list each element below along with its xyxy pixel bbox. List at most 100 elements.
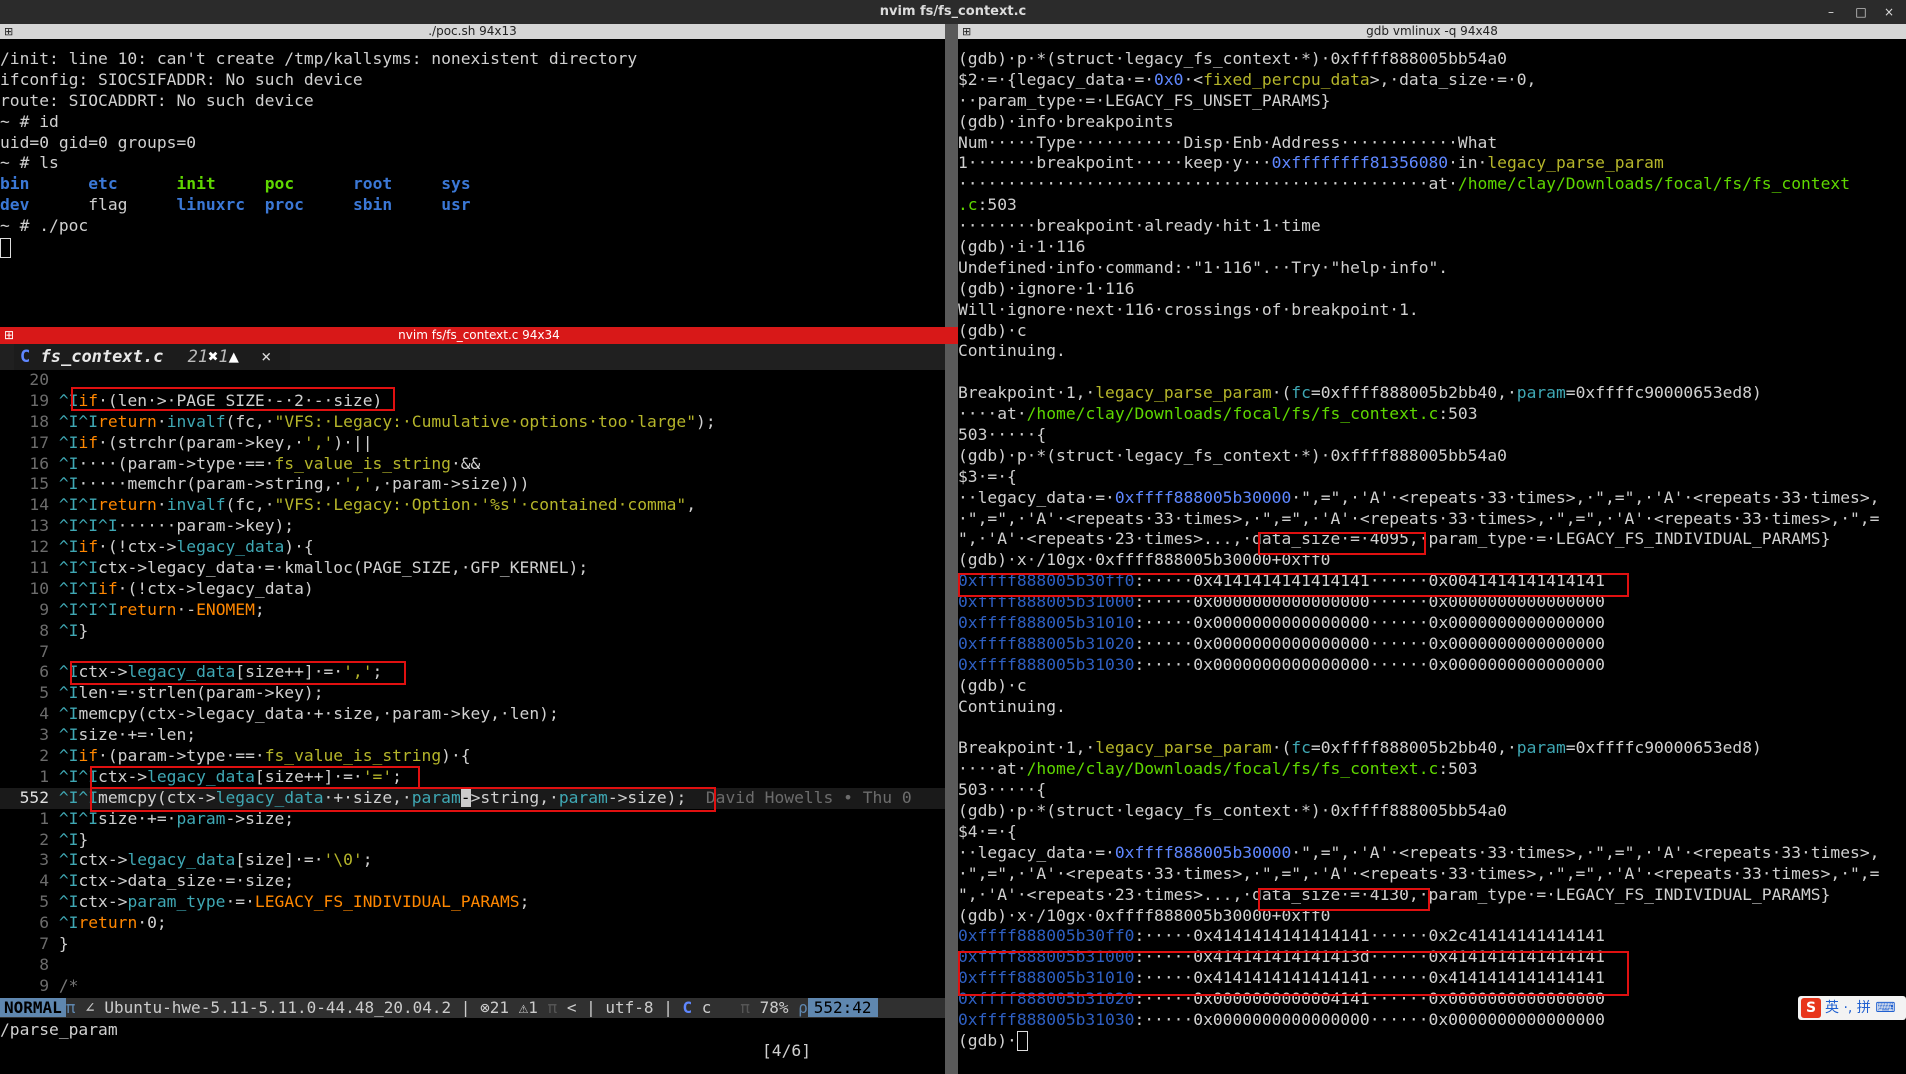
separator: | [663,998,673,1017]
code-line: 2 ^Iif·(param->type·==·fs_value_is_strin… [0,746,471,766]
gdb-line: 0xffff888005b31030:·····0x00000000000000… [958,1009,1605,1029]
gdb-line: Continuing. [958,696,1066,716]
gdb-line: ·",=",·'A'·<repeats·33·times>,·",=",·'A'… [958,508,1880,528]
tab-close-icon[interactable]: × [261,347,271,367]
terminal-cursor-line [0,237,945,258]
error-count: 21 [489,998,509,1017]
gdb-terminal[interactable]: (gdb)·p·*(struct·legacy_fs_context·*)·0x… [958,49,1906,1074]
code-line: 8 [0,954,59,974]
tab-warning-count: 1 [218,347,229,367]
c-file-icon: C [682,998,693,1017]
git-branch-icon: ∠ [85,998,95,1017]
separator: π [65,998,76,1017]
ime-mode-icon: 英 ·, 拼 ⌨ [1825,1000,1896,1016]
code-line: 15 ^I·····memchr(param->string,·',',·par… [0,474,530,494]
tab-filename: fs_context.c [40,347,164,367]
poc-terminal[interactable]: /init: line 10: can't create /tmp/kallsy… [0,49,945,327]
gdb-line [958,362,1906,383]
terminal-cursor [1016,1031,1028,1052]
search-count: [4/6] [762,1041,812,1060]
terminal-line: /init: line 10: can't create /tmp/kallsy… [0,49,638,68]
separator: | [586,998,596,1017]
gdb-line: (gdb)·i·1·116 [958,237,1086,257]
code-line: 3 ^Isize·+=·len; [0,725,197,745]
separator: < [566,998,577,1017]
gdb-line [958,718,1906,739]
code-line: 14 ^I^Ireturn·invalf(fc,·"VFS:·Legacy:·O… [0,495,697,515]
ls-entry: flag [88,195,128,215]
ls-entry: poc [264,174,295,194]
separator: | [460,998,471,1017]
code-line: 7 [0,641,59,661]
warning-icon: ⚠ [518,998,529,1017]
gdb-line: 0xffff888005b31010:·····0x41414141414141… [958,968,1605,988]
gdb-line: Breakpoint·1,·legacy_parse_param·(fc=0xf… [958,738,1762,758]
minimize-button[interactable]: – [1822,3,1840,21]
separator: π [547,998,558,1017]
window-title: nvim fs/fs_context.c [879,4,1027,19]
code-line: 8 ^I} [0,620,89,640]
gdb-line: ",·'A'·<repeats·23·times>...,·data_size·… [958,884,1831,904]
ime-indicator[interactable]: S英 ·, 拼 ⌨ [1798,996,1906,1020]
gdb-line: .c:503 [958,195,1017,215]
code-line-current: 552 ^I^Imemcpy(ctx->legacy_data·+·size,·… [0,787,945,809]
nvim-editor[interactable]: 20 19 ^Iif·(len·>·PAGE_SIZE·-·2·-·size) … [0,370,945,998]
code-line: 4 ^Imemcpy(ctx->legacy_data·+·size,·para… [0,704,559,724]
pane-title: nvim fs/fs_context.c 94x34 [398,328,560,342]
gdb-line: $3·=·{ [958,466,1017,486]
code-line: 4 ^Ictx->data_size·=·size; [0,871,295,891]
code-line: 1 ^I^Ictx->legacy_data[size++]·=·'='; [0,766,402,786]
close-button[interactable]: × [1880,3,1898,21]
pane-divider[interactable] [945,24,958,1074]
gdb-line: $4·=·{ [958,821,1017,841]
c-file-icon: C [20,347,31,367]
gdb-line: 1·······breakpoint·····keep·y···0xffffff… [958,153,1664,173]
ls-entry: sbin [352,195,393,215]
left-top-pane-titlebar[interactable]: ⊞ ./poc.sh 94x13 [0,24,945,39]
file-type: c [701,998,712,1017]
gdb-pane-titlebar[interactable]: ⊞ gdb vmlinux -q 94x48 [958,24,1906,39]
gdb-line: Num·····Type···········Disp·Enb·Address·… [958,132,1498,152]
error-icon: ✖ [208,347,219,367]
code-line: 6 ^Ireturn·0; [0,913,167,933]
gdb-line: ··legacy_data·=·0xffff888005b30000·",=",… [958,842,1880,862]
file-encoding: utf-8 [605,998,654,1017]
sogou-icon: S [1801,998,1821,1018]
nvim-statusline: NORMAL π ∠ Ubuntu-hwe-5.11-5.11.0-44.48_2… [0,998,945,1018]
split-icon: ⊞ [4,328,15,342]
gdb-line: 0xffff888005b31000:·····0x41414141414141… [958,947,1605,967]
nvim-cmdline[interactable]: /parse_param [0,1020,945,1041]
nvim-tabline: C fs_context.c 21✖1▲ × [0,344,945,370]
code-line: 1 ^I^Isize·+=·param->size; [0,808,295,828]
tab-fs-context[interactable]: C fs_context.c 21✖1▲ × [14,344,290,370]
separator: π [740,998,750,1017]
terminal-prompt: ~ # ./poc [0,216,89,236]
gdb-line: 503·····{ [958,780,1047,800]
ls-entry: etc [88,174,118,194]
gdb-line: (gdb)·p·*(struct·legacy_fs_context·*)·0x… [958,801,1507,821]
terminal-line: ~ # ls [0,153,59,173]
code-line: 11 ^I^Ictx->legacy_data·=·kmalloc(PAGE_S… [0,558,589,578]
gdb-prompt: (gdb)· [958,1031,1906,1052]
gdb-line: (gdb)·info·breakpoints [958,111,1174,131]
split-icon: ⊞ [4,25,14,38]
code-line: 16 ^I····(param->type·==·fs_value_is_str… [0,453,481,473]
scroll-percent: 78% [759,998,789,1017]
gdb-line: (gdb)·p·*(struct·legacy_fs_context·*)·0x… [958,49,1507,68]
gdb-line: ··param_type·=·LEGACY_FS_UNSET_PARAMS} [958,90,1331,110]
terminal-line: ifconfig: SIOCSIFADDR: No such device [0,69,363,89]
cursor-position: 552:42 [807,998,878,1017]
code-line: 19 ^Iif·(len·>·PAGE_SIZE·-·2·-·size) [0,390,383,410]
ls-entry: root [352,174,393,194]
gdb-line: 0xffff888005b31020:·····0x00000000000041… [958,989,1605,1009]
git-blame: David Howells • Thu 0 [705,787,912,807]
terminal-line: ~ # id [0,111,59,131]
gdb-line: ",·'A'·<repeats·23·times>...,·data_size·… [958,529,1831,549]
maximize-button[interactable]: □ [1852,3,1870,21]
error-icon: ⊗ [480,998,490,1017]
nvim-pane-titlebar[interactable]: ⊞ nvim fs/fs_context.c 94x34 [0,327,958,344]
gdb-line: 0xffff888005b31020:·····0x00000000000000… [958,633,1605,653]
code-line: 2 ^I} [0,829,89,849]
code-line: 6 ^Ictx->legacy_data[size++]·=·','; [0,662,383,682]
gdb-line: 0xffff888005b30ff0:·····0x41414141414141… [958,926,1605,946]
